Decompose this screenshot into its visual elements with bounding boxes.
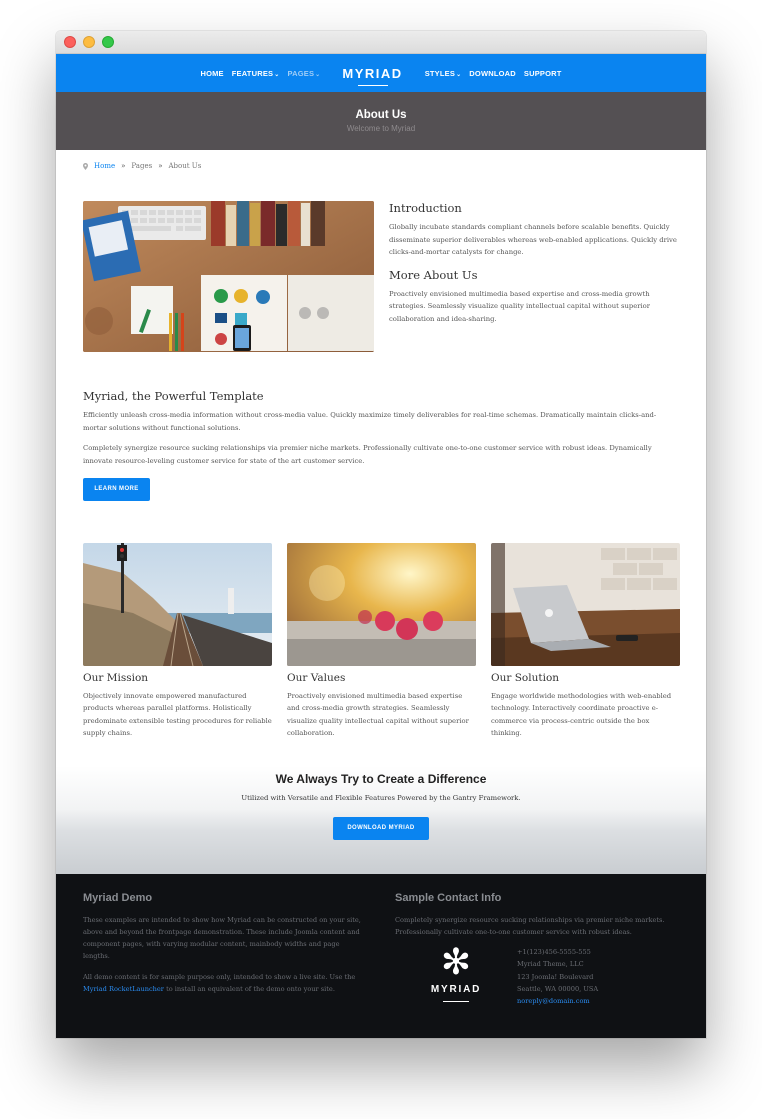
breadcrumb-separator: » xyxy=(121,162,126,170)
footer-demo-note-end: to install an equivalent of the demo ont… xyxy=(163,984,335,993)
nav-support[interactable]: SUPPORT xyxy=(524,69,562,78)
close-window-button[interactable] xyxy=(64,36,76,48)
footer: Myriad Demo These examples are intended … xyxy=(56,873,706,1038)
page-title: About Us xyxy=(355,109,407,121)
footer-contact: Sample Contact Info Completely synergize… xyxy=(395,892,679,1038)
footer-demo-note: All demo content is for sample purpose o… xyxy=(83,971,367,996)
powerful-template-heading: Myriad, the Powerful Template xyxy=(83,389,264,403)
breadcrumb-current: About Us xyxy=(168,162,202,170)
breadcrumb-home-link[interactable]: Home xyxy=(94,162,115,170)
footer-demo: Myriad Demo These examples are intended … xyxy=(83,892,367,1038)
more-about-us-text: Proactively envisioned multimedia based … xyxy=(389,289,650,323)
asterisk-logo-icon: ✻ xyxy=(440,942,472,984)
feature-cards: Our Mission Objectively innovate empower… xyxy=(83,542,680,740)
footer-contact-title: Sample Contact Info xyxy=(395,891,502,904)
our-solution-heading: Our Solution xyxy=(491,671,560,684)
cta-heading: We Always Try to Create a Difference xyxy=(275,771,487,786)
nav-download[interactable]: DOWNLOAD xyxy=(469,69,516,78)
introduction-text: Globally incubate standards compliant ch… xyxy=(389,223,677,256)
raspberries-image xyxy=(287,542,476,666)
browser-window: HOME FEATURES⌄ PAGES⌄ MYRIAD STYLES⌄ DOW… xyxy=(56,31,706,1038)
contact-phone: +1(123)456-5555-555 xyxy=(517,948,591,957)
card-solution: Our Solution Engage worldwide methodolog… xyxy=(491,542,680,740)
download-myriad-button[interactable]: DOWNLOAD MYRIAD xyxy=(333,816,429,840)
chevron-down-icon: ⌄ xyxy=(456,71,462,78)
page-header: About Us Welcome to Myriad xyxy=(56,92,706,150)
contact-row: ✻ MYRIAD +1(123)456-5555-555 Myriad Them… xyxy=(395,942,679,1007)
nav-styles[interactable]: STYLES⌄ xyxy=(425,69,462,78)
main-content: Introduction Globally incubate standards… xyxy=(56,201,706,740)
learn-more-button[interactable]: LEARN MORE xyxy=(83,477,150,501)
contact-email-link[interactable]: noreply@domain.com xyxy=(517,997,590,1005)
our-values-heading: Our Values xyxy=(287,671,346,684)
intro-text: Introduction Globally incubate standards… xyxy=(389,201,679,352)
more-about-us-heading: More About Us xyxy=(389,267,478,282)
footer-demo-note-start: All demo content is for sample purpose o… xyxy=(83,972,356,981)
chevron-down-icon: ⌄ xyxy=(315,71,321,78)
nav-right-group: STYLES⌄ DOWNLOAD SUPPORT xyxy=(425,69,562,78)
nav-left-group: HOME FEATURES⌄ PAGES⌄ xyxy=(200,69,320,78)
zoom-window-button[interactable] xyxy=(102,36,114,48)
contact-city: Seattle, WA 00000, USA xyxy=(517,984,599,993)
introduction-heading: Introduction xyxy=(389,201,462,215)
desk-workspace-image xyxy=(83,201,374,352)
laptop-desk-image xyxy=(491,542,680,666)
card-values: Our Values Proactively envisioned multim… xyxy=(287,542,476,740)
intro-row: Introduction Globally incubate standards… xyxy=(83,201,679,352)
window-titlebar xyxy=(56,31,706,54)
railway-coast-image xyxy=(83,542,272,666)
main-navbar: HOME FEATURES⌄ PAGES⌄ MYRIAD STYLES⌄ DOW… xyxy=(56,54,706,92)
our-solution-text: Engage worldwide methodologies with web-… xyxy=(491,691,672,738)
breadcrumb: Home » Pages » About Us xyxy=(56,150,706,170)
rocketlauncher-link[interactable]: Myriad RocketLauncher xyxy=(83,985,164,993)
minimize-window-button[interactable] xyxy=(83,36,95,48)
our-values-text: Proactively envisioned multimedia based … xyxy=(287,691,469,738)
contact-street: 123 Joomla! Boulevard xyxy=(517,972,594,981)
nav-features[interactable]: FEATURES⌄ xyxy=(232,69,280,78)
footer-contact-text: Completely synergize resource sucking re… xyxy=(395,915,665,936)
contact-company: Myriad Theme, LLC xyxy=(517,960,584,969)
footer-logo-rule xyxy=(443,1001,469,1003)
footer-demo-title: Myriad Demo xyxy=(83,891,153,904)
powerful-template-section: Myriad, the Powerful Template Efficientl… xyxy=(83,389,679,501)
our-mission-text: Objectively innovate empowered manufactu… xyxy=(83,691,272,738)
card-mission: Our Mission Objectively innovate empower… xyxy=(83,542,272,740)
cta-section: We Always Try to Create a Difference Uti… xyxy=(56,765,706,874)
footer-logo-word: MYRIAD xyxy=(430,984,482,996)
nav-home[interactable]: HOME xyxy=(200,69,223,78)
page-subtitle: Welcome to Myriad xyxy=(346,124,416,133)
site-logo[interactable]: MYRIAD xyxy=(342,66,402,81)
powerful-paragraph-2: Completely synergize resource sucking re… xyxy=(83,444,652,465)
contact-address: +1(123)456-5555-555 Myriad Theme, LLC 12… xyxy=(517,946,598,1007)
nav-pages[interactable]: PAGES⌄ xyxy=(287,69,320,78)
map-pin-icon xyxy=(83,162,88,170)
footer-demo-text: These examples are intended to show how … xyxy=(83,915,361,961)
cta-subtitle: Utilized with Versatile and Flexible Fea… xyxy=(241,793,521,802)
breadcrumb-pages[interactable]: Pages xyxy=(131,162,152,170)
our-mission-heading: Our Mission xyxy=(83,671,149,684)
chevron-down-icon: ⌄ xyxy=(274,71,280,78)
breadcrumb-separator: » xyxy=(158,162,163,170)
powerful-paragraph-1: Efficiently unleash cross-media informat… xyxy=(83,411,657,432)
footer-logo: ✻ MYRIAD xyxy=(395,942,517,1007)
